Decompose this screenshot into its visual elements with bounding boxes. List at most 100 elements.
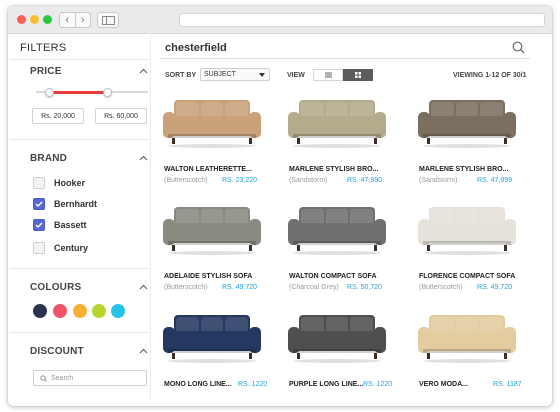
product-price: RS. 23,220 <box>222 177 258 184</box>
product-price: RS. 1187 <box>493 381 522 388</box>
product-card[interactable]: ADELAIDE STYLISH SOFA (Butterscotch) RS. 4… <box>162 203 282 293</box>
grid-view-button[interactable] <box>343 69 373 81</box>
colour-swatch[interactable] <box>111 304 125 318</box>
product-name[interactable]: MONO LONG LINE... <box>164 381 232 388</box>
sidebar-separator <box>150 28 151 400</box>
colour-swatch[interactable] <box>73 304 87 318</box>
search-underline <box>160 58 530 59</box>
brand-option-hooker[interactable]: Hooker <box>33 176 85 189</box>
product-name[interactable]: MARLENE STYLISH BRO... <box>289 166 378 173</box>
brand-option-label: Bassett <box>54 219 87 230</box>
sort-by-select[interactable]: SUBJECT <box>200 68 270 81</box>
product-price: RS. 1220 <box>363 381 393 388</box>
sofa-image[interactable] <box>287 311 387 363</box>
chevron-up-icon[interactable] <box>139 68 148 74</box>
price-max-field[interactable]: Rs. 60,000 <box>95 108 147 124</box>
results-count: VIEWING 1-12 OF 30/1 <box>453 72 527 79</box>
sofa-image[interactable] <box>162 203 262 255</box>
brand-option-bernhardt[interactable]: Bernhardt <box>33 197 97 210</box>
list-view-button[interactable] <box>313 69 343 81</box>
search-icon[interactable] <box>512 41 525 54</box>
product-card[interactable]: MONO LONG LINE... RS. 1220 <box>162 311 282 401</box>
sofa-image[interactable] <box>287 203 387 255</box>
close-window-button[interactable] <box>17 15 26 24</box>
chevron-up-icon[interactable] <box>139 284 148 290</box>
zoom-window-button[interactable] <box>43 15 52 24</box>
back-button[interactable]: ‹ <box>60 13 75 27</box>
sort-by-value: SUBJECT <box>204 71 236 78</box>
sofa-image[interactable] <box>417 203 517 255</box>
sofa-image[interactable] <box>417 96 517 148</box>
divider <box>10 59 148 60</box>
brand-option-bassett[interactable]: Bassett <box>33 218 87 231</box>
sofa-image[interactable] <box>162 311 262 363</box>
colour-swatch[interactable] <box>92 304 106 318</box>
product-price: RS. 49,720 <box>222 284 258 291</box>
filters-title: FILTERS <box>20 42 67 54</box>
product-card[interactable]: MARLENE STYLISH BRO... (Sandstorm) RS. 47,… <box>417 96 537 186</box>
price-section-title: PRICE <box>30 66 62 77</box>
product-price: RS. 49,720 <box>477 284 513 291</box>
colours-section-title: COLOURS <box>30 282 82 293</box>
product-name[interactable]: WALTON COMPACT SOFA <box>289 273 377 280</box>
price-min-handle[interactable] <box>44 88 54 97</box>
product-card[interactable]: WALTON LEATHERETTE... (Butterscotch) RS. 2… <box>162 96 282 186</box>
product-price: RS. 47,999 <box>477 177 513 184</box>
minimize-window-button[interactable] <box>30 15 39 24</box>
colour-swatch[interactable] <box>53 304 67 318</box>
brand-option-century[interactable]: Century <box>33 241 88 254</box>
product-name[interactable]: MARLENE STYLISH BRO... <box>419 166 508 173</box>
grid-icon <box>355 72 361 78</box>
checkmark-icon <box>35 222 43 228</box>
product-name[interactable]: ADELAIDE STYLISH SOFA <box>164 273 252 280</box>
checkbox-checked[interactable] <box>33 218 45 231</box>
product-colour: (Butterscotch) <box>419 284 463 291</box>
product-price: RS. 1220 <box>238 381 268 388</box>
sidebar-toggle-button[interactable] <box>97 12 119 28</box>
product-price: RS. 47,990 <box>347 177 383 184</box>
product-name[interactable]: VERO MODA... <box>419 381 468 388</box>
checkbox[interactable] <box>33 176 45 189</box>
forward-button[interactable]: › <box>74 13 91 27</box>
sofa-image[interactable] <box>162 96 262 148</box>
product-card[interactable]: PURPLE LONG LINE... RS. 1220 <box>287 311 407 401</box>
product-name[interactable]: FLORENCE COMPACT SOFA <box>419 273 515 280</box>
price-slider-range <box>49 91 108 94</box>
search-placeholder: Search <box>51 374 74 382</box>
brand-option-label: Century <box>54 242 89 253</box>
brand-option-label: Hooker <box>54 177 86 188</box>
search-query-input[interactable]: chesterfield <box>165 42 227 54</box>
sofa-image[interactable] <box>287 96 387 148</box>
divider <box>10 332 148 333</box>
discount-search-input[interactable]: Search <box>33 370 147 386</box>
address-bar[interactable] <box>179 13 545 27</box>
list-icon <box>324 72 332 78</box>
product-card[interactable]: FLORENCE COMPACT SOFA (Butterscotch) RS. 4… <box>417 203 537 293</box>
chevron-up-icon[interactable] <box>139 348 148 354</box>
product-card[interactable]: VERO MODA... RS. 1187 <box>417 311 537 401</box>
colour-swatch[interactable] <box>33 304 47 318</box>
product-colour: (Sandstorm) <box>419 177 458 184</box>
product-colour: (Butterscotch) <box>164 284 208 291</box>
caret-down-icon <box>259 73 265 77</box>
product-card[interactable]: WALTON COMPACT SOFA (Charcoal Grey) RS. 50… <box>287 203 407 293</box>
sidebar-icon <box>102 16 115 25</box>
brand-section-title: BRAND <box>30 153 68 164</box>
product-name[interactable]: WALTON LEATHERETTE... <box>164 166 252 173</box>
checkbox-checked[interactable] <box>33 197 45 210</box>
view-label: VIEW <box>287 72 305 79</box>
product-colour: (Butterscotch) <box>164 177 208 184</box>
checkbox[interactable] <box>33 241 45 254</box>
price-min-field[interactable]: Rs. 20,000 <box>32 108 84 124</box>
product-card[interactable]: MARLENE STYLISH BRO... (Sandstorm) RS. 47,… <box>287 96 407 186</box>
product-name[interactable]: PURPLE LONG LINE... <box>289 381 363 388</box>
search-icon <box>40 374 47 382</box>
sofa-image[interactable] <box>417 311 517 363</box>
discount-section-title: DISCOUNT <box>30 346 84 357</box>
chevron-up-icon[interactable] <box>139 155 148 161</box>
sort-by-label: SORT BY <box>165 72 197 79</box>
nav-button-group: ‹ › <box>59 12 91 28</box>
divider <box>10 268 148 269</box>
browser-titlebar: ‹ › <box>8 6 552 34</box>
product-colour: (Sandstorm) <box>289 177 328 184</box>
